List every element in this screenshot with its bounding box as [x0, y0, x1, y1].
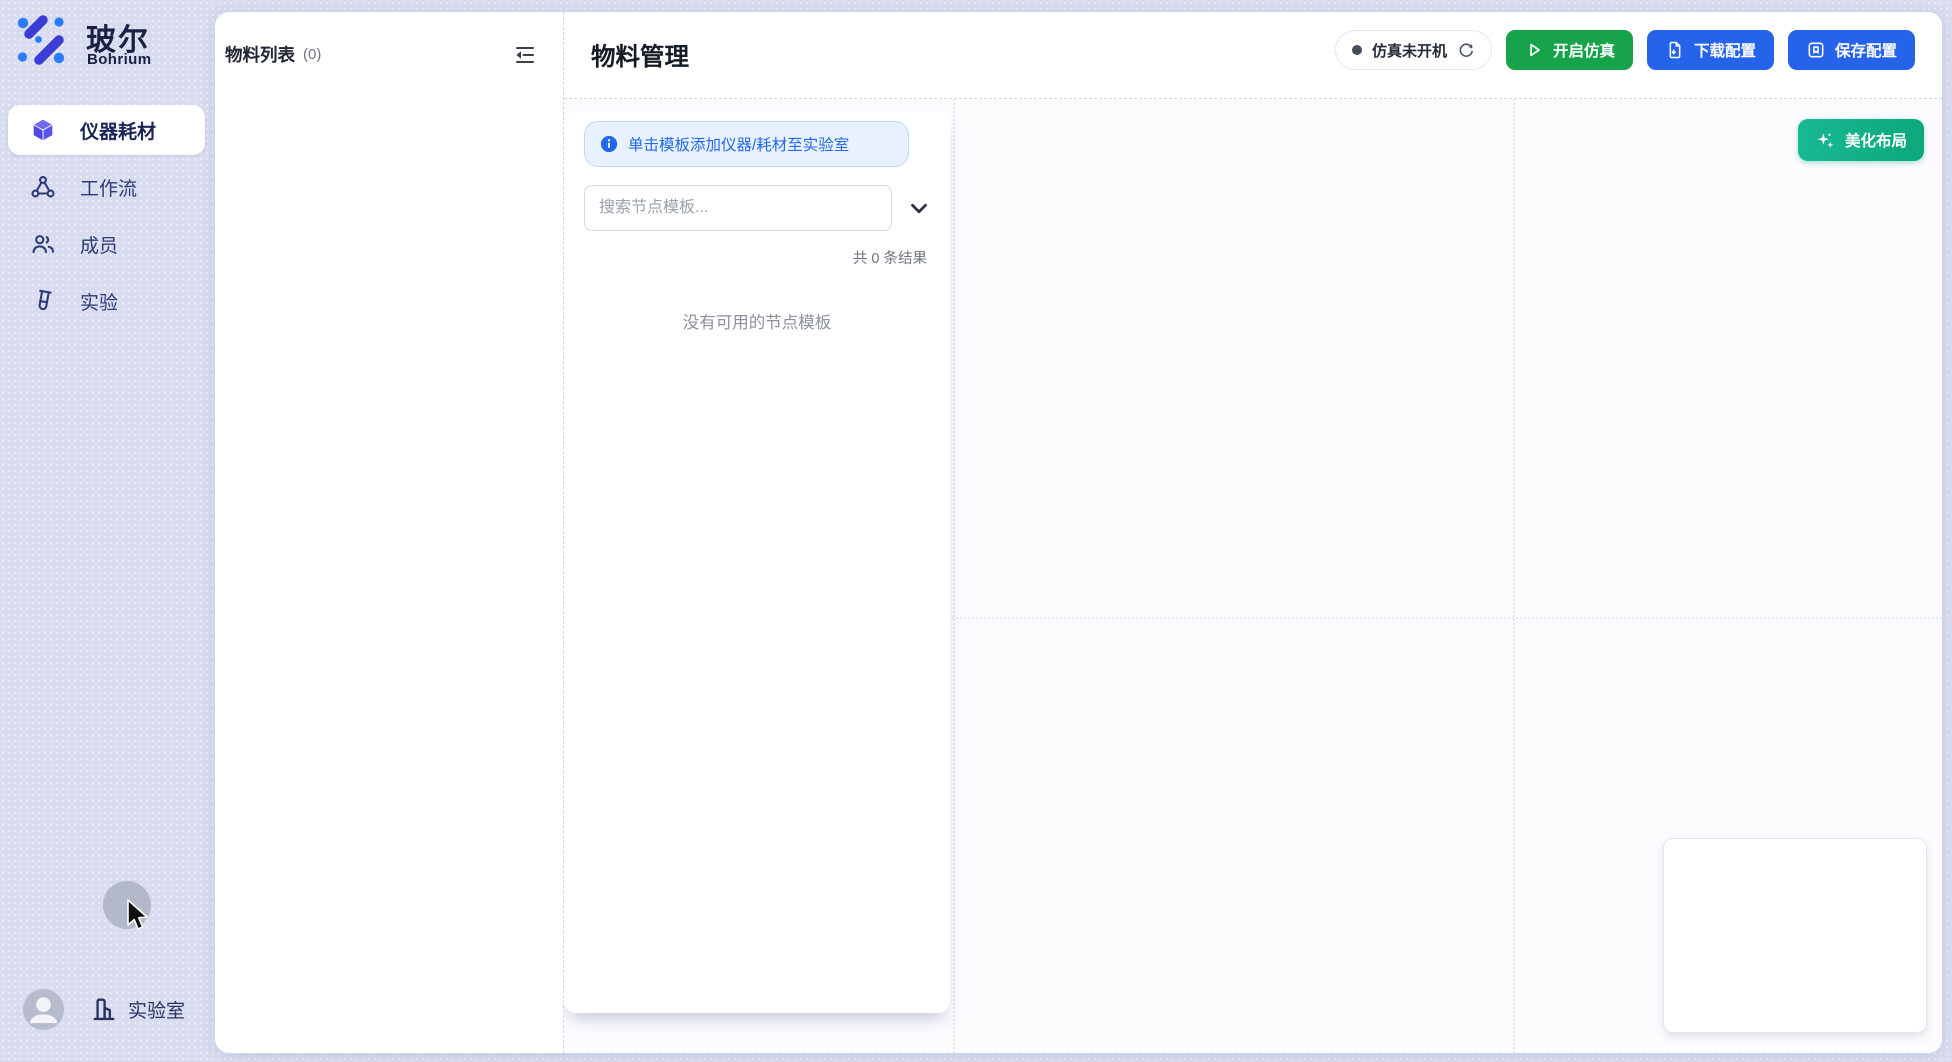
- save-config-button[interactable]: 保存配置: [1788, 30, 1915, 70]
- sidebar-item-label: 实验: [80, 288, 118, 315]
- results-count: 共 0 条结果: [853, 247, 927, 268]
- info-banner: 单击模板添加仪器/耗材至实验室: [584, 121, 909, 167]
- materials-title-row: 物料列表 (0): [225, 42, 549, 67]
- workflow-icon: [30, 174, 56, 200]
- sidebar-item-instruments[interactable]: 仪器耗材: [8, 105, 205, 155]
- canvas-grid-line: [953, 99, 955, 1053]
- download-config-label: 下载配置: [1694, 39, 1756, 61]
- brand-logo: 玻尔 Bohrium: [14, 13, 204, 69]
- info-banner-text: 单击模板添加仪器/耗材至实验室: [628, 133, 849, 155]
- start-simulation-label: 开启仿真: [1553, 39, 1615, 61]
- cube-icon: [30, 117, 56, 143]
- search-row: [584, 185, 934, 231]
- simulation-status-text: 仿真未开机: [1372, 40, 1447, 61]
- sidebar-item-label: 工作流: [80, 174, 137, 201]
- users-icon: [30, 231, 56, 257]
- materials-list-count: (0): [303, 46, 321, 63]
- sidebar-item-members[interactable]: 成员: [8, 219, 205, 269]
- lab-entry-label: 实验室: [128, 996, 185, 1023]
- sparkles-icon: [1815, 130, 1836, 151]
- simulation-status-pill: 仿真未开机: [1335, 30, 1492, 70]
- sidebar-item-label: 成员: [80, 231, 118, 258]
- sidebar-item-label: 仪器耗材: [80, 117, 156, 144]
- page-title: 物料管理: [591, 38, 689, 73]
- file-download-icon: [1665, 40, 1685, 60]
- main-card: 物料列表 (0) 物料管理 仿真未开机: [215, 12, 1942, 1053]
- test-tube-icon: [30, 288, 56, 314]
- lab-entry[interactable]: 实验室: [90, 995, 185, 1023]
- save-icon: [1806, 40, 1826, 60]
- materials-list-panel: 物料列表 (0): [215, 12, 563, 1053]
- mouse-cursor: [126, 899, 150, 933]
- sidebar: 玻尔 Bohrium 仪器耗材: [0, 0, 215, 1062]
- empty-template-message: 没有可用的节点模板: [564, 309, 950, 333]
- node-template-panel: 单击模板添加仪器/耗材至实验室 共 0 条结果 没有可用的节点模板: [564, 111, 950, 1013]
- canvas-minimap[interactable]: [1663, 838, 1927, 1033]
- canvas-grid-line: [1513, 99, 1515, 1053]
- sidebar-item-workflow[interactable]: 工作流: [8, 162, 205, 212]
- flow-canvas[interactable]: 单击模板添加仪器/耗材至实验室 共 0 条结果 没有可用的节点模板: [564, 99, 1942, 1053]
- template-search-input[interactable]: [584, 185, 892, 231]
- bohrium-logo-icon: [14, 13, 68, 67]
- beautify-layout-button[interactable]: 美化布局: [1798, 119, 1924, 161]
- download-config-button[interactable]: 下载配置: [1647, 30, 1774, 70]
- play-icon: [1524, 40, 1544, 60]
- refresh-icon[interactable]: [1457, 41, 1475, 59]
- app-screen: 玻尔 Bohrium 仪器耗材: [0, 0, 1952, 1062]
- status-dot-icon: [1352, 45, 1362, 55]
- start-simulation-button[interactable]: 开启仿真: [1506, 30, 1633, 70]
- building-icon: [90, 995, 118, 1023]
- save-config-label: 保存配置: [1835, 39, 1897, 61]
- sidebar-item-experiments[interactable]: 实验: [8, 276, 205, 326]
- collapse-panel-icon[interactable]: [513, 43, 537, 67]
- content-header: 物料管理 仿真未开机 开启仿真: [564, 12, 1942, 98]
- user-avatar[interactable]: [22, 988, 65, 1031]
- chevron-down-icon[interactable]: [906, 195, 932, 221]
- sidebar-footer: 实验室: [0, 988, 215, 1034]
- beautify-layout-label: 美化布局: [1845, 129, 1907, 151]
- sidebar-nav: 仪器耗材 工作流 成: [8, 105, 205, 333]
- info-icon: [600, 135, 618, 153]
- content-area: 物料管理 仿真未开机 开启仿真: [564, 12, 1942, 1053]
- brand-subtitle: Bohrium: [87, 51, 151, 68]
- header-controls: 仿真未开机 开启仿真: [1335, 30, 1915, 70]
- materials-list-title: 物料列表: [225, 42, 295, 67]
